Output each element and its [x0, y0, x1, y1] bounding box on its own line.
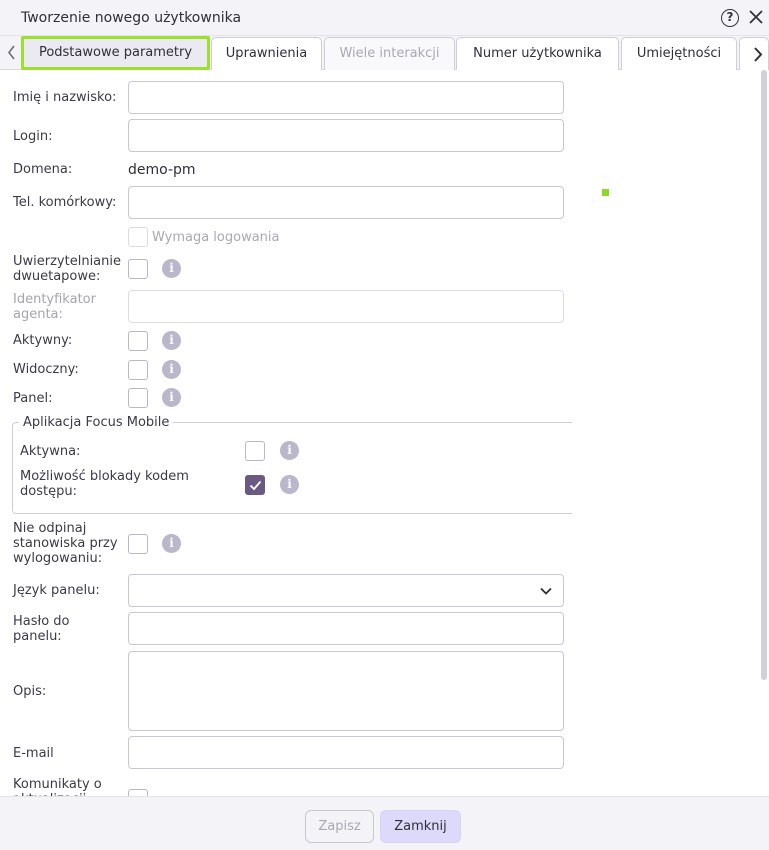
description-field[interactable]	[128, 651, 564, 731]
lock-code-checkbox[interactable]	[245, 475, 265, 495]
panel-language-select[interactable]	[128, 574, 564, 607]
close-button[interactable]: Zamknij	[380, 810, 461, 843]
question-circle-icon[interactable]: ?	[721, 9, 739, 27]
info-icon[interactable]: i	[280, 475, 299, 494]
info-icon[interactable]: i	[280, 441, 299, 460]
indicator-dot	[602, 189, 609, 196]
keep-station-checkbox[interactable]	[128, 534, 148, 554]
dialog-title: Tworzenie nowego użytkownika	[21, 10, 242, 26]
panel-language-label: Język panelu:	[13, 583, 100, 598]
keep-station-label: Nie odpinaj stanowiska przy wylogowaniu:	[13, 521, 118, 566]
visible-checkbox[interactable]	[128, 360, 148, 380]
chevron-right-icon	[754, 47, 763, 62]
two-factor-label: Uwierzytelnianie dwuetapowe:	[13, 254, 121, 284]
domain-label: Domena:	[13, 162, 73, 177]
active-label: Aktywny:	[13, 333, 73, 348]
requires-login-checkbox	[128, 227, 148, 247]
dialog-footer: Zapisz Zamknij	[0, 796, 769, 850]
tab-bar: Podstawowe parametry Uprawnienia Wiele i…	[0, 36, 769, 70]
focus-mobile-active-checkbox[interactable]	[245, 441, 265, 461]
info-icon[interactable]: i	[162, 331, 181, 350]
tab-permissions[interactable]: Uprawnienia	[211, 37, 322, 70]
email-field[interactable]	[128, 736, 564, 769]
form-content: Imię i nazwisko: Login: Domena: demo-pm …	[0, 70, 769, 796]
focus-mobile-group	[12, 422, 572, 514]
login-field[interactable]	[128, 119, 564, 152]
active-checkbox[interactable]	[128, 331, 148, 351]
notifications-label: Komunikaty o aktualizacji	[13, 777, 102, 796]
dialog-titlebar: Tworzenie nowego użytkownika ?	[0, 0, 769, 36]
email-label: E-mail	[13, 746, 54, 761]
tab-scroll-right[interactable]	[739, 37, 769, 70]
info-icon[interactable]: i	[162, 534, 181, 553]
info-icon[interactable]: i	[162, 259, 181, 278]
panel-password-field[interactable]	[128, 612, 564, 645]
name-label: Imię i nazwisko:	[13, 90, 117, 105]
panel-password-label: Hasło do panelu:	[13, 614, 70, 644]
lock-code-label: Możliwość blokady kodem dostępu:	[20, 469, 189, 499]
tab-user-number[interactable]: Numer użytkownika	[456, 37, 619, 70]
login-label: Login:	[13, 129, 53, 144]
info-icon[interactable]: i	[162, 388, 181, 407]
name-field[interactable]	[128, 81, 564, 114]
description-label: Opis:	[13, 684, 47, 699]
tab-multiple-interactions: Wiele interakcji	[324, 37, 455, 70]
two-factor-checkbox[interactable]	[128, 259, 148, 279]
panel-label: Panel:	[13, 391, 53, 406]
checkmark-icon	[249, 480, 262, 491]
mobile-field[interactable]	[128, 186, 564, 219]
requires-login-label: Wymaga logowania	[152, 230, 280, 245]
info-icon[interactable]: i	[162, 360, 181, 379]
save-button: Zapisz	[305, 810, 374, 843]
mobile-label: Tel. komórkowy:	[13, 195, 117, 210]
agent-id-field	[128, 290, 564, 323]
tab-skills[interactable]: Umiejętności	[621, 37, 737, 70]
focus-mobile-active-label: Aktywna:	[20, 444, 81, 459]
close-icon[interactable]	[746, 7, 766, 27]
notifications-checkbox[interactable]	[128, 789, 148, 796]
chevron-down-icon	[540, 587, 552, 595]
focus-mobile-legend: Aplikacja Focus Mobile	[19, 415, 174, 430]
agent-id-label: Identyfikator agenta:	[13, 292, 96, 322]
vertical-scrollbar[interactable]	[761, 70, 767, 680]
chevron-left-icon[interactable]	[3, 36, 19, 69]
domain-value: demo-pm	[128, 162, 196, 178]
panel-checkbox[interactable]	[128, 388, 148, 408]
tab-basic-parameters[interactable]: Podstawowe parametry	[21, 36, 210, 70]
visible-label: Widoczny:	[13, 362, 79, 377]
